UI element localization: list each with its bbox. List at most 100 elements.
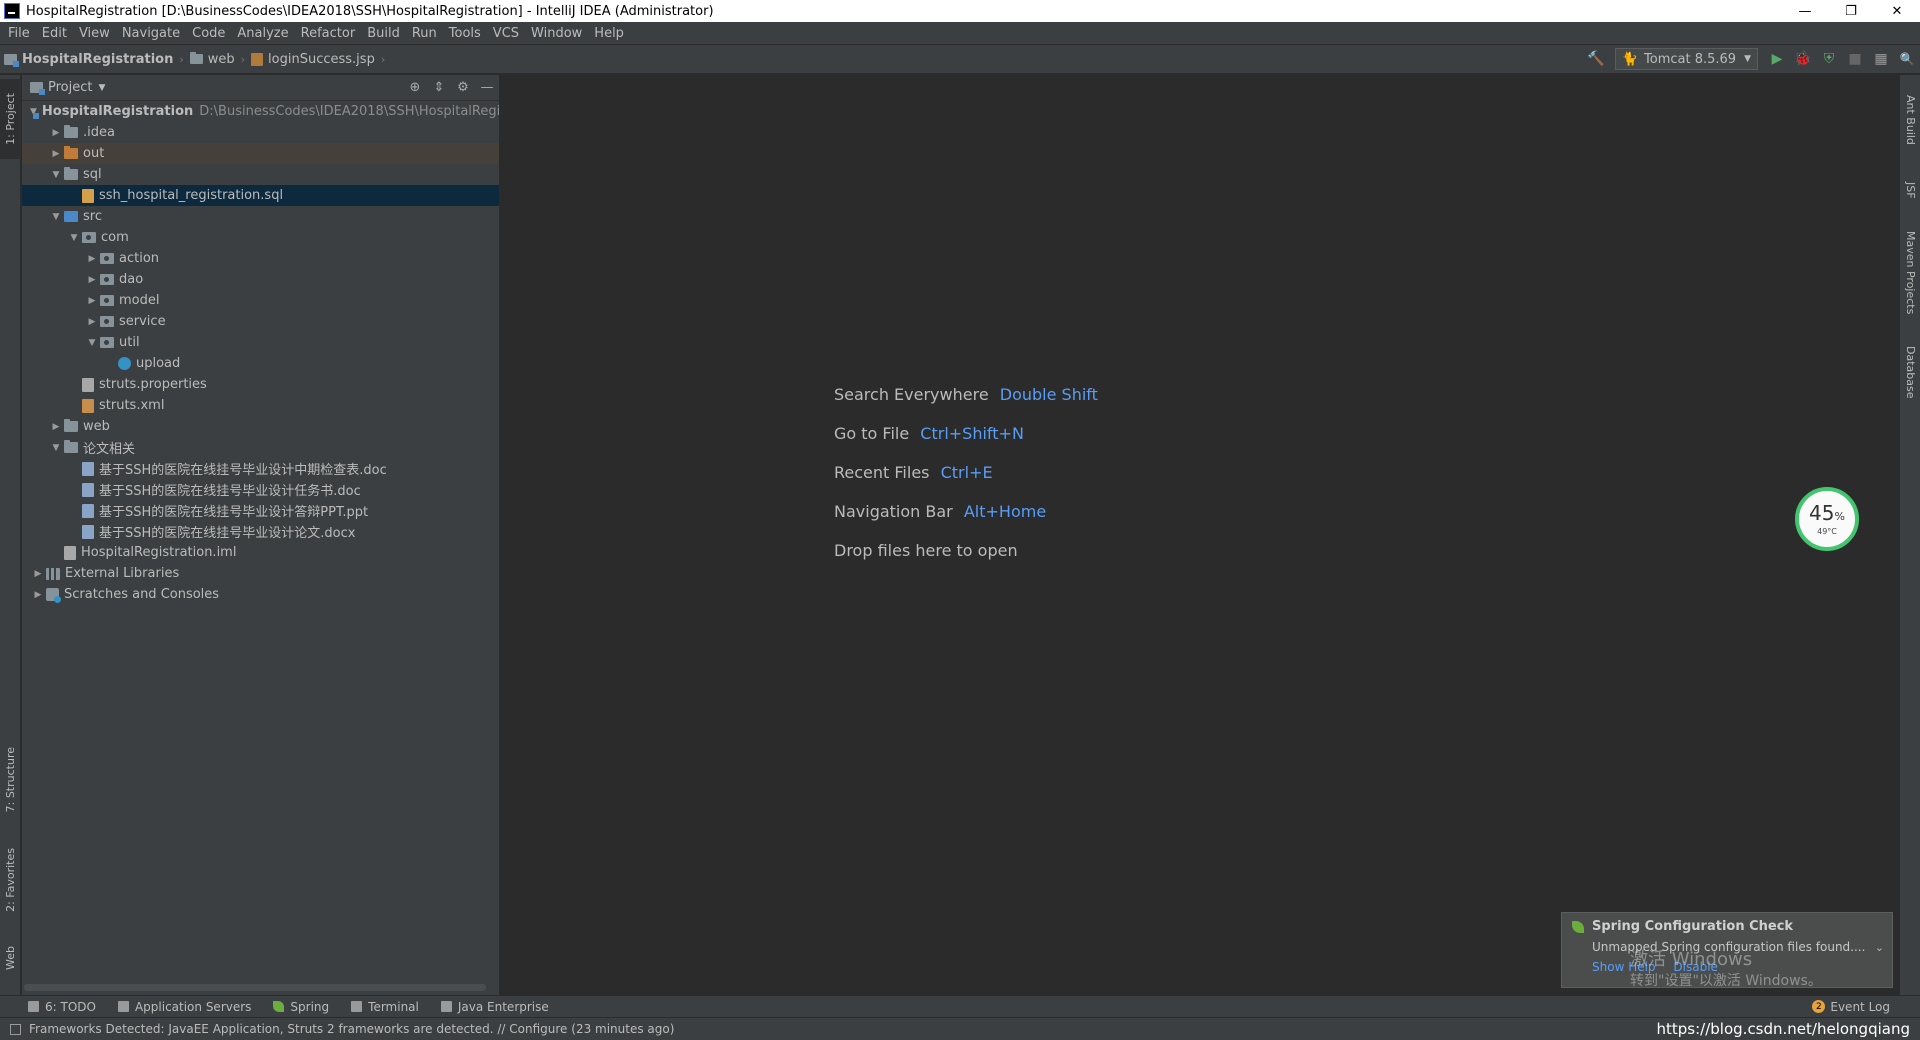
tree-item[interactable]: 基于SSH的医院在线挂号毕业设计中期检查表.doc bbox=[22, 458, 499, 479]
tree-item[interactable]: ▶ service bbox=[22, 311, 499, 332]
menu-navigate[interactable]: Navigate bbox=[116, 26, 186, 41]
tree-item[interactable]: struts.xml bbox=[22, 395, 499, 416]
tree-item[interactable]: 基于SSH的医院在线挂号毕业设计任务书.doc bbox=[22, 479, 499, 500]
chevron-right-icon[interactable]: ▶ bbox=[84, 296, 100, 306]
tree-item[interactable]: ▶ Scratches and Consoles bbox=[22, 584, 499, 605]
web-tool-button[interactable]: Web bbox=[0, 933, 21, 983]
editor-area[interactable]: Search Everywhere Double Shift Go to Fil… bbox=[501, 75, 1898, 995]
menu-code[interactable]: Code bbox=[186, 26, 231, 41]
chevron-right-icon[interactable]: ▶ bbox=[84, 254, 100, 264]
tree-item[interactable]: ▶ action bbox=[22, 248, 499, 269]
breadcrumb-file[interactable]: loginSuccess.jsp bbox=[247, 52, 379, 67]
breadcrumb-project[interactable]: HospitalRegistration bbox=[0, 52, 177, 67]
gear-icon[interactable]: ⚙ bbox=[451, 80, 475, 95]
run-configuration-label: Tomcat 8.5.69 bbox=[1644, 51, 1737, 67]
notification-links: Show Help Disable bbox=[1572, 960, 1882, 974]
tree-item[interactable]: ▼ src bbox=[22, 206, 499, 227]
menu-refactor[interactable]: Refactor bbox=[295, 26, 362, 41]
todo-tab[interactable]: 6: TODO bbox=[28, 1000, 96, 1014]
status-message[interactable]: Frameworks Detected: JavaEE Application,… bbox=[29, 1022, 674, 1036]
chevron-down-icon[interactable]: ▼ bbox=[84, 338, 100, 348]
chevron-down-icon[interactable]: ▼ bbox=[48, 170, 64, 180]
tree-item[interactable]: ▼ com bbox=[22, 227, 499, 248]
project-view-select[interactable]: Project ▼ bbox=[30, 80, 105, 95]
event-log-tab[interactable]: 2 Event Log bbox=[1812, 1000, 1890, 1014]
application-servers-tab[interactable]: Application Servers bbox=[117, 1000, 251, 1014]
tree-item[interactable]: ▼ HospitalRegistration D:\BusinessCodes\ID… bbox=[22, 101, 542, 122]
menu-vcs[interactable]: VCS bbox=[487, 26, 525, 41]
menu-view[interactable]: View bbox=[73, 26, 116, 41]
close-button[interactable]: ✕ bbox=[1874, 0, 1920, 22]
ant-build-tool-button[interactable]: Ant Build bbox=[1900, 85, 1920, 155]
run-configuration-select[interactable]: 🐈 Tomcat 8.5.69 ▼ bbox=[1614, 48, 1758, 70]
menu-help[interactable]: Help bbox=[588, 26, 630, 41]
tree-item[interactable]: struts.properties bbox=[22, 374, 499, 395]
tree-item[interactable]: 基于SSH的医院在线挂号毕业设计论文.docx bbox=[22, 521, 499, 542]
coverage-icon[interactable]: ⛨ bbox=[1816, 46, 1842, 72]
stop-icon[interactable]: ■ bbox=[1842, 46, 1868, 72]
tree-item[interactable]: ▶ External Libraries bbox=[22, 563, 499, 584]
menu-tools[interactable]: Tools bbox=[443, 26, 487, 41]
spring-tab[interactable]: Spring bbox=[273, 1000, 329, 1014]
chevron-right-icon[interactable]: ▶ bbox=[48, 149, 64, 159]
search-icon[interactable]: 🔍 bbox=[1894, 46, 1920, 72]
chevron-right-icon[interactable]: ▶ bbox=[30, 590, 46, 600]
tree-item[interactable]: HospitalRegistration.iml bbox=[22, 542, 499, 563]
disable-link[interactable]: Disable bbox=[1673, 960, 1718, 974]
file-icon bbox=[82, 377, 94, 392]
build-hammer-icon[interactable]: 🔨 bbox=[1583, 46, 1609, 72]
chevron-right-icon[interactable]: ▶ bbox=[84, 317, 100, 327]
tree-item[interactable]: ssh_hospital_registration.sql bbox=[22, 185, 499, 206]
menu-analyze[interactable]: Analyze bbox=[231, 26, 294, 41]
tree-item[interactable]: ▶ dao bbox=[22, 269, 499, 290]
java-enterprise-tab[interactable]: Java Enterprise bbox=[440, 1000, 549, 1014]
database-tool-button[interactable]: Database bbox=[1900, 337, 1920, 407]
breadcrumb-folder[interactable]: web bbox=[186, 52, 239, 67]
tree-item[interactable]: 基于SSH的医院在线挂号毕业设计答辩PPT.ppt bbox=[22, 500, 499, 521]
structure-tool-label: 7: Structure bbox=[4, 747, 17, 813]
tree-item[interactable]: ▼ util bbox=[22, 332, 499, 353]
menu-build[interactable]: Build bbox=[361, 26, 406, 41]
cpu-usage-widget[interactable]: 45% 49°C bbox=[1795, 487, 1859, 551]
project-tool-button[interactable]: 1: Project bbox=[0, 79, 21, 159]
tree-item[interactable]: ▶ out bbox=[22, 143, 499, 164]
chevron-right-icon[interactable]: ▶ bbox=[84, 275, 100, 285]
collapse-all-icon[interactable]: ⇕ bbox=[427, 80, 451, 95]
chevron-right-icon[interactable]: ▶ bbox=[48, 128, 64, 138]
hint-go-to-file: Go to File Ctrl+Shift+N bbox=[834, 424, 1024, 443]
menu-file[interactable]: File bbox=[2, 26, 36, 41]
toggle-tool-windows-icon[interactable] bbox=[10, 1023, 21, 1035]
minimize-button[interactable]: — bbox=[1782, 0, 1828, 22]
tree-item[interactable]: ▼ 论文相关 bbox=[22, 437, 499, 458]
tree-item[interactable]: upload bbox=[22, 353, 499, 374]
locate-file-icon[interactable]: ⊕ bbox=[403, 80, 427, 95]
tree-item[interactable]: ▼ sql bbox=[22, 164, 499, 185]
project-structure-icon[interactable]: ▦ bbox=[1868, 46, 1894, 72]
debug-icon[interactable]: 🐞 bbox=[1790, 46, 1816, 72]
show-help-link[interactable]: Show Help bbox=[1592, 960, 1656, 974]
spring-config-notification[interactable]: Spring Configuration Check Unmapped Spri… bbox=[1561, 912, 1893, 988]
menu-run[interactable]: Run bbox=[406, 26, 443, 41]
run-icon[interactable]: ▶ bbox=[1764, 46, 1790, 72]
web-tool-label: Web bbox=[4, 946, 17, 970]
tree-item-label: web bbox=[83, 419, 110, 434]
hide-panel-icon[interactable]: — bbox=[475, 80, 499, 95]
horizontal-scrollbar[interactable] bbox=[24, 984, 486, 991]
chevron-down-icon[interactable]: ▼ bbox=[66, 233, 82, 243]
restore-button[interactable]: ❐ bbox=[1828, 0, 1874, 22]
maven-projects-tool-button[interactable]: Maven Projects bbox=[1900, 223, 1920, 323]
expand-notification-icon[interactable]: ⌄ bbox=[1875, 941, 1884, 954]
tree-item[interactable]: ▶ model bbox=[22, 290, 499, 311]
jsf-tool-button[interactable]: JSF bbox=[1900, 170, 1920, 210]
menu-window[interactable]: Window bbox=[525, 26, 588, 41]
menu-edit[interactable]: Edit bbox=[36, 26, 73, 41]
chevron-right-icon[interactable]: ▶ bbox=[30, 569, 46, 579]
chevron-right-icon[interactable]: ▶ bbox=[48, 422, 64, 432]
chevron-down-icon[interactable]: ▼ bbox=[48, 443, 64, 453]
tree-item[interactable]: ▶ web bbox=[22, 416, 499, 437]
structure-tool-button[interactable]: 7: Structure bbox=[0, 735, 21, 825]
chevron-down-icon[interactable]: ▼ bbox=[48, 212, 64, 222]
terminal-tab[interactable]: Terminal bbox=[351, 1000, 419, 1014]
tree-item[interactable]: ▶ .idea bbox=[22, 122, 499, 143]
favorites-tool-button[interactable]: 2: Favorites bbox=[0, 835, 21, 925]
